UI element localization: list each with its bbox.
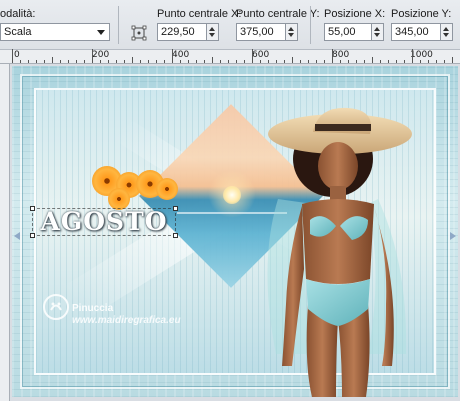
ruler-tick [284,60,285,63]
ruler-tick [324,60,325,63]
watermark-url: www.maidiregrafica.eu [72,315,181,326]
ruler-tick [268,60,269,63]
mode-label: odalità: [0,8,36,20]
mode-select-value: Scala [4,26,32,38]
ruler-tick [276,60,277,63]
vertical-ruler[interactable] [0,64,10,401]
ruler-tick [444,60,445,63]
position-x-label: Posizione X: [324,8,386,20]
ruler-tick [52,57,53,63]
ruler-tick [452,57,453,63]
ruler-label-0: 0 [14,50,20,60]
ruler-tick [164,60,165,63]
horizontal-ruler[interactable]: 0 200 400 600 800 1000 [0,49,460,64]
ruler-tick [212,57,213,63]
center-y-input[interactable]: 375,00 [236,23,286,41]
ruler-tick [84,60,85,63]
ruler-tick [228,60,229,63]
ruler-tick [236,60,237,63]
ruler-tick [220,60,221,63]
ruler-tick [148,60,149,63]
ruler-tick [348,60,349,63]
center-y-label: Punto centrale Y: [236,8,320,20]
ruler-tick [172,49,173,63]
resize-handle-top-right[interactable] [173,206,178,211]
ruler-tick [132,57,133,63]
image-canvas[interactable]: AGOSTO Pinuccia www.maidiregrafica.eu [12,66,458,397]
ruler-tick [260,60,261,63]
ruler-tick [12,49,13,63]
position-x-input[interactable]: 55,00 [324,23,372,41]
chevron-down-icon[interactable] [97,30,105,35]
orange-flower [156,178,178,200]
ruler-tick [420,60,421,63]
sun [223,186,241,204]
resize-handle-top-left[interactable] [30,206,35,211]
position-x-spinner[interactable] [372,23,384,41]
ruler-label-800: 800 [332,50,350,60]
ruler-tick [116,60,117,63]
ruler-tick [396,60,397,63]
ruler-tick [332,49,333,63]
mode-select[interactable]: Scala [0,23,110,41]
woman-in-swimsuit-image [267,107,412,397]
center-x-spinner[interactable] [207,23,219,41]
center-x-input[interactable]: 229,50 [157,23,207,41]
ruler-tick [372,57,373,63]
ruler-tick [36,60,37,63]
ruler-tick [76,60,77,63]
tool-options-bar: odalità: Scala Punto centrale X: 229,50 … [0,0,460,50]
ruler-tick [388,60,389,63]
ruler-label-400: 400 [172,50,190,60]
ruler-tick [204,60,205,63]
toolbar-separator-2 [310,6,311,44]
ruler-tick [92,49,93,63]
ruler-tick [244,60,245,63]
ruler-tick [108,60,109,63]
ruler-tick [196,60,197,63]
ruler-tick [308,60,309,63]
ruler-tick [436,60,437,63]
ruler-tick [292,57,293,63]
ruler-tick [380,60,381,63]
ruler-tick [28,60,29,63]
ruler-tick [316,60,317,63]
ruler-label-1000: 1000 [410,50,433,60]
ruler-tick [364,60,365,63]
ruler-tick [252,49,253,63]
resize-handle-bottom-right[interactable] [173,233,178,238]
right-arrow-icon [450,232,456,240]
ruler-tick [156,60,157,63]
ruler-tick [20,60,21,63]
ruler-tick [412,49,413,63]
position-y-spinner[interactable] [441,23,453,41]
watermark-name: Pinuccia [72,303,114,314]
ruler-tick [188,60,189,63]
ruler-tick [124,60,125,63]
ruler-tick [180,60,181,63]
ruler-tick [60,60,61,63]
title-text[interactable]: AGOSTO [32,208,176,236]
ruler-tick [300,60,301,63]
ruler-tick [404,60,405,63]
ruler-tick [68,60,69,63]
ruler-tick [428,60,429,63]
ruler-tick [340,60,341,63]
ruler-tick [140,60,141,63]
center-x-label: Punto centrale X: [157,8,242,20]
toolbar-separator [118,6,119,44]
position-y-label: Posizione Y: [391,8,452,20]
resize-handle-bottom-left[interactable] [30,233,35,238]
ruler-label-600: 600 [252,50,270,60]
ruler-tick [100,60,101,63]
center-point-icon[interactable] [131,25,147,41]
left-arrow-icon [14,232,20,240]
position-y-input[interactable]: 345,00 [391,23,441,41]
ruler-tick [44,60,45,63]
watermark-logo-icon [43,294,69,320]
center-y-spinner[interactable] [286,23,298,41]
ruler-label-200: 200 [92,50,110,60]
ruler-tick [356,60,357,63]
